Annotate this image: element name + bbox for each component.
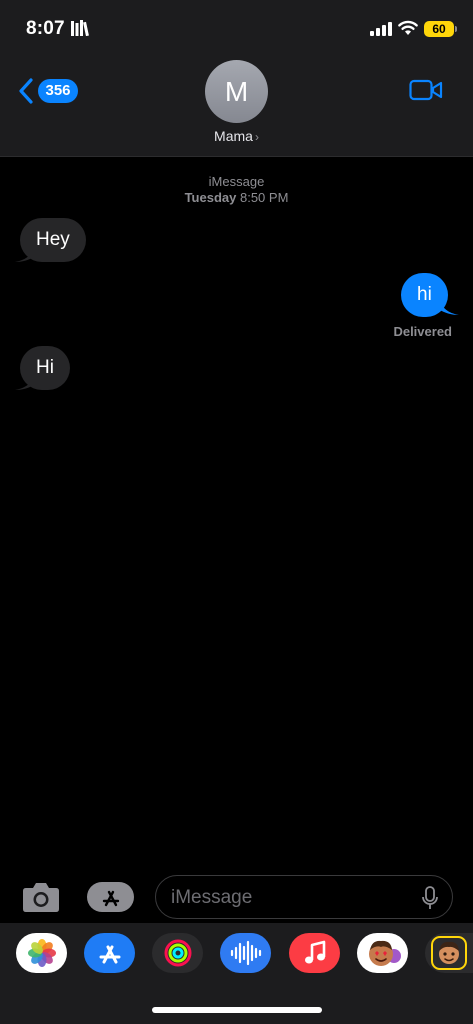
app-drawer [0, 923, 473, 1024]
delivery-status: Delivered [393, 324, 452, 339]
cellular-signal-icon [370, 22, 392, 36]
conversation-header: 356 M Mama › [0, 52, 473, 157]
wifi-icon [398, 20, 418, 35]
memoji-app-button[interactable] [425, 933, 473, 973]
audio-message-icon [230, 940, 261, 966]
message-input-field[interactable] [171, 885, 411, 911]
camera-icon[interactable] [22, 880, 60, 914]
status-time: 8:07 [26, 18, 65, 39]
battery-tip [455, 26, 457, 32]
timestamp-day: Tuesday [184, 190, 237, 205]
status-bar: 8:07 60 [0, 0, 473, 52]
activity-icon [164, 939, 191, 967]
music-icon [304, 940, 325, 964]
activity-app-button[interactable] [152, 933, 203, 973]
timestamp-time: 8:50 PM [239, 190, 289, 205]
audio-message-app-button[interactable] [220, 933, 271, 973]
photos-icon [27, 939, 56, 967]
message-bubble[interactable]: hi [401, 273, 448, 317]
microphone-icon[interactable] [422, 886, 438, 910]
home-indicator[interactable] [152, 1007, 322, 1013]
video-call-icon[interactable] [409, 78, 443, 102]
memoji-icon [431, 936, 467, 970]
music-app-button[interactable] [289, 933, 340, 973]
chevron-left-icon [19, 78, 33, 104]
battery-indicator: 60 [424, 21, 454, 37]
chevron-right-icon: › [254, 130, 259, 144]
conversation-timestamp: iMessage Tuesday 8:50 PM [0, 174, 473, 206]
contact-name-label: Mama [214, 128, 253, 144]
memoji-stickers-icon [368, 940, 401, 966]
contact-avatar[interactable]: M [205, 60, 268, 123]
library-icon [71, 20, 89, 36]
back-button[interactable]: 356 [18, 76, 78, 106]
message-bubble[interactable]: Hi [20, 346, 70, 390]
contact-name[interactable]: Mama › [0, 128, 473, 144]
message-input[interactable] [155, 875, 453, 919]
app-store-icon [99, 945, 120, 964]
service-label: iMessage [208, 174, 265, 189]
app-store-app-button[interactable] [84, 933, 135, 973]
memoji-stickers-app-button[interactable] [357, 933, 408, 973]
photos-app-button[interactable] [16, 933, 67, 973]
message-bubble[interactable]: Hey [20, 218, 86, 262]
apps-icon [102, 890, 119, 907]
unread-count-badge: 356 [38, 79, 78, 103]
app-store-button[interactable] [87, 882, 134, 912]
